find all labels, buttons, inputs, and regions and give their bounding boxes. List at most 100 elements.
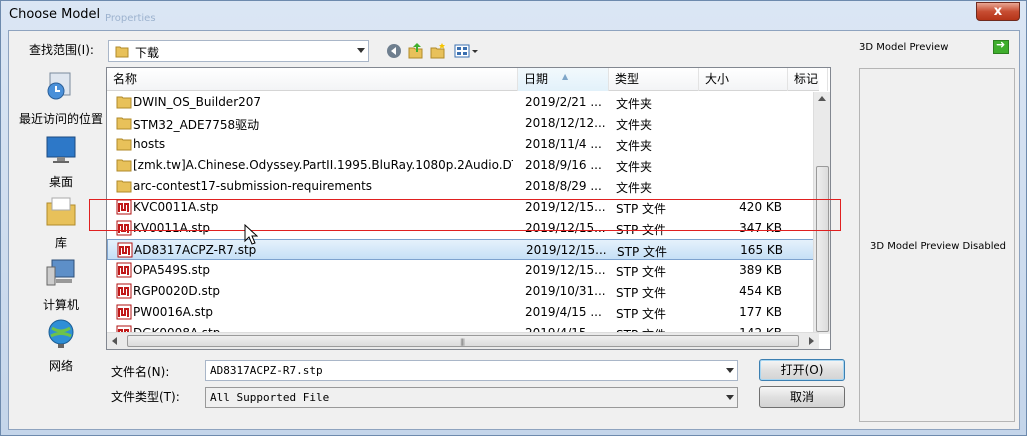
folder-icon	[116, 159, 132, 172]
place-desktop[interactable]: 桌面	[15, 134, 107, 190]
folder-icon	[115, 46, 129, 58]
scroll-right-icon[interactable]	[809, 337, 814, 345]
table-row-selected[interactable]: AD8317ACPZ-R7.stp 2019/12/15... STP 文件 165 …	[107, 239, 819, 260]
file-size: 454 KB	[739, 284, 782, 298]
file-name: arc-contest17-submission-requirements	[133, 179, 373, 193]
file-name: DWIN_OS_Builder207	[133, 95, 262, 109]
file-name: PW0016A.stp	[133, 305, 214, 319]
stp-file-icon	[117, 242, 133, 258]
highlight-box	[89, 199, 841, 231]
place-computer[interactable]: 计算机	[15, 257, 107, 313]
file-type: STP 文件	[616, 286, 666, 300]
table-row[interactable]: PW0016A.stp 2019/4/15 ... STP 文件 177 KB	[107, 302, 819, 323]
table-row[interactable]: STM32_ADE7758驱动 2018/12/12... 文件夹	[107, 113, 819, 134]
column-header-tags[interactable]: 标记	[788, 68, 828, 91]
place-network[interactable]: 网络	[15, 318, 107, 374]
preview-panel: 3D Model Preview Disabled	[859, 68, 1015, 422]
stp-file-icon	[116, 283, 132, 299]
scroll-up-icon[interactable]	[818, 96, 826, 101]
chevron-down-icon[interactable]	[726, 395, 734, 400]
vertical-scroll-thumb[interactable]	[816, 166, 829, 332]
scroll-left-icon[interactable]	[112, 337, 117, 345]
background-window-title: Properties	[105, 13, 156, 24]
sort-arrow-icon: ▲	[562, 72, 569, 81]
desktop-icon	[46, 136, 76, 163]
mouse-cursor-icon	[244, 224, 258, 245]
filename-input[interactable]: AD8317ACPZ-R7.stp	[205, 360, 738, 381]
file-name: hosts	[133, 137, 166, 151]
file-type: STP 文件	[616, 265, 666, 279]
table-row[interactable]: [zmk.tw]A.Chinese.Odyssey.PartII.1995.Bl…	[107, 155, 819, 176]
file-name: STM32_ADE7758驱动	[133, 118, 260, 132]
filetype-select[interactable]: All Supported File	[205, 387, 738, 408]
file-date: 2018/11/4 ...	[525, 137, 602, 151]
close-button[interactable]: x	[976, 2, 1020, 21]
table-row[interactable]: DWIN_OS_Builder207 2019/2/21 ... 文件夹	[107, 92, 819, 113]
new-folder-icon[interactable]	[428, 41, 448, 61]
table-row[interactable]: hosts 2018/11/4 ... 文件夹	[107, 134, 819, 155]
filename-value: AD8317ACPZ-R7.stp	[210, 364, 323, 377]
open-button[interactable]: 打开(O)	[759, 359, 845, 381]
file-size: 177 KB	[739, 305, 782, 319]
stp-file-icon	[116, 262, 132, 278]
stp-file-icon	[116, 304, 132, 320]
preview-disabled-text: 3D Model Preview Disabled	[870, 241, 1006, 252]
place-label: 库	[54, 236, 67, 250]
file-date: 2018/12/12...	[525, 116, 606, 130]
file-name: [zmk.tw]A.Chinese.Odyssey.PartII.1995.Bl…	[133, 158, 513, 172]
column-label: 日期	[524, 72, 549, 86]
look-in-combo[interactable]: 下载	[108, 40, 369, 62]
filetype-value: All Supported File	[210, 391, 330, 404]
filename-label: 文件名(N):	[111, 365, 170, 379]
recent-places-icon	[47, 72, 71, 100]
column-header-type[interactable]: 类型	[609, 68, 699, 91]
file-type: STP 文件	[616, 307, 666, 321]
folder-icon	[116, 180, 132, 193]
look-in-value: 下载	[135, 46, 160, 60]
file-date: 2019/12/15...	[525, 263, 606, 277]
filetype-label: 文件类型(T):	[111, 390, 180, 404]
grip-icon: |||	[460, 338, 465, 346]
column-header-name[interactable]: 名称	[107, 68, 518, 91]
table-row[interactable]: OPA549S.stp 2019/12/15... STP 文件 389 KB	[107, 260, 819, 281]
file-date: 2019/4/15 ...	[525, 305, 602, 319]
folder-icon	[116, 96, 132, 109]
file-date: 2019/10/31...	[525, 284, 606, 298]
horizontal-scrollbar[interactable]: |||	[107, 332, 819, 349]
file-name: OPA549S.stp	[133, 263, 211, 277]
place-label: 网络	[48, 359, 73, 373]
file-name: RGP0020D.stp	[133, 284, 221, 298]
table-row[interactable]: RGP0020D.stp 2019/10/31... STP 文件 454 KB	[107, 281, 819, 302]
file-name: AD8317ACPZ-R7.stp	[134, 243, 257, 257]
place-label: 桌面	[48, 175, 73, 189]
preview-label: 3D Model Preview	[859, 42, 949, 53]
chevron-down-icon	[357, 48, 365, 53]
file-type: STP 文件	[617, 245, 667, 259]
folder-icon	[116, 117, 132, 130]
column-header-date[interactable]: 日期 ▲	[518, 68, 609, 91]
window-title: Choose Model	[9, 7, 101, 22]
place-label: 计算机	[42, 298, 79, 312]
folder-icon	[116, 138, 132, 151]
file-date: 2019/2/21 ...	[525, 95, 602, 109]
back-icon[interactable]	[384, 41, 404, 61]
place-label: 最近访问的位置	[18, 112, 103, 126]
file-size: 389 KB	[739, 263, 782, 277]
file-size: 165 KB	[740, 243, 783, 257]
file-type: 文件夹	[616, 118, 653, 132]
horizontal-scroll-thumb[interactable]: |||	[127, 335, 799, 347]
table-row[interactable]: arc-contest17-submission-requirements 201…	[107, 176, 819, 197]
place-recent[interactable]: 最近访问的位置	[15, 71, 107, 127]
network-icon	[48, 319, 74, 348]
file-type: 文件夹	[616, 97, 653, 111]
column-header-size[interactable]: 大小	[699, 68, 788, 91]
computer-icon	[46, 259, 75, 286]
up-folder-icon[interactable]	[406, 41, 426, 61]
chevron-down-icon[interactable]	[726, 368, 734, 373]
title-bar[interactable]: Choose Model Properties x	[1, 1, 1026, 31]
cancel-button[interactable]: 取消	[759, 386, 845, 408]
file-type: 文件夹	[616, 160, 653, 174]
view-menu-icon[interactable]	[453, 41, 481, 61]
preview-toggle-icon[interactable]	[993, 38, 1009, 54]
file-date: 2019/12/15...	[526, 243, 607, 257]
